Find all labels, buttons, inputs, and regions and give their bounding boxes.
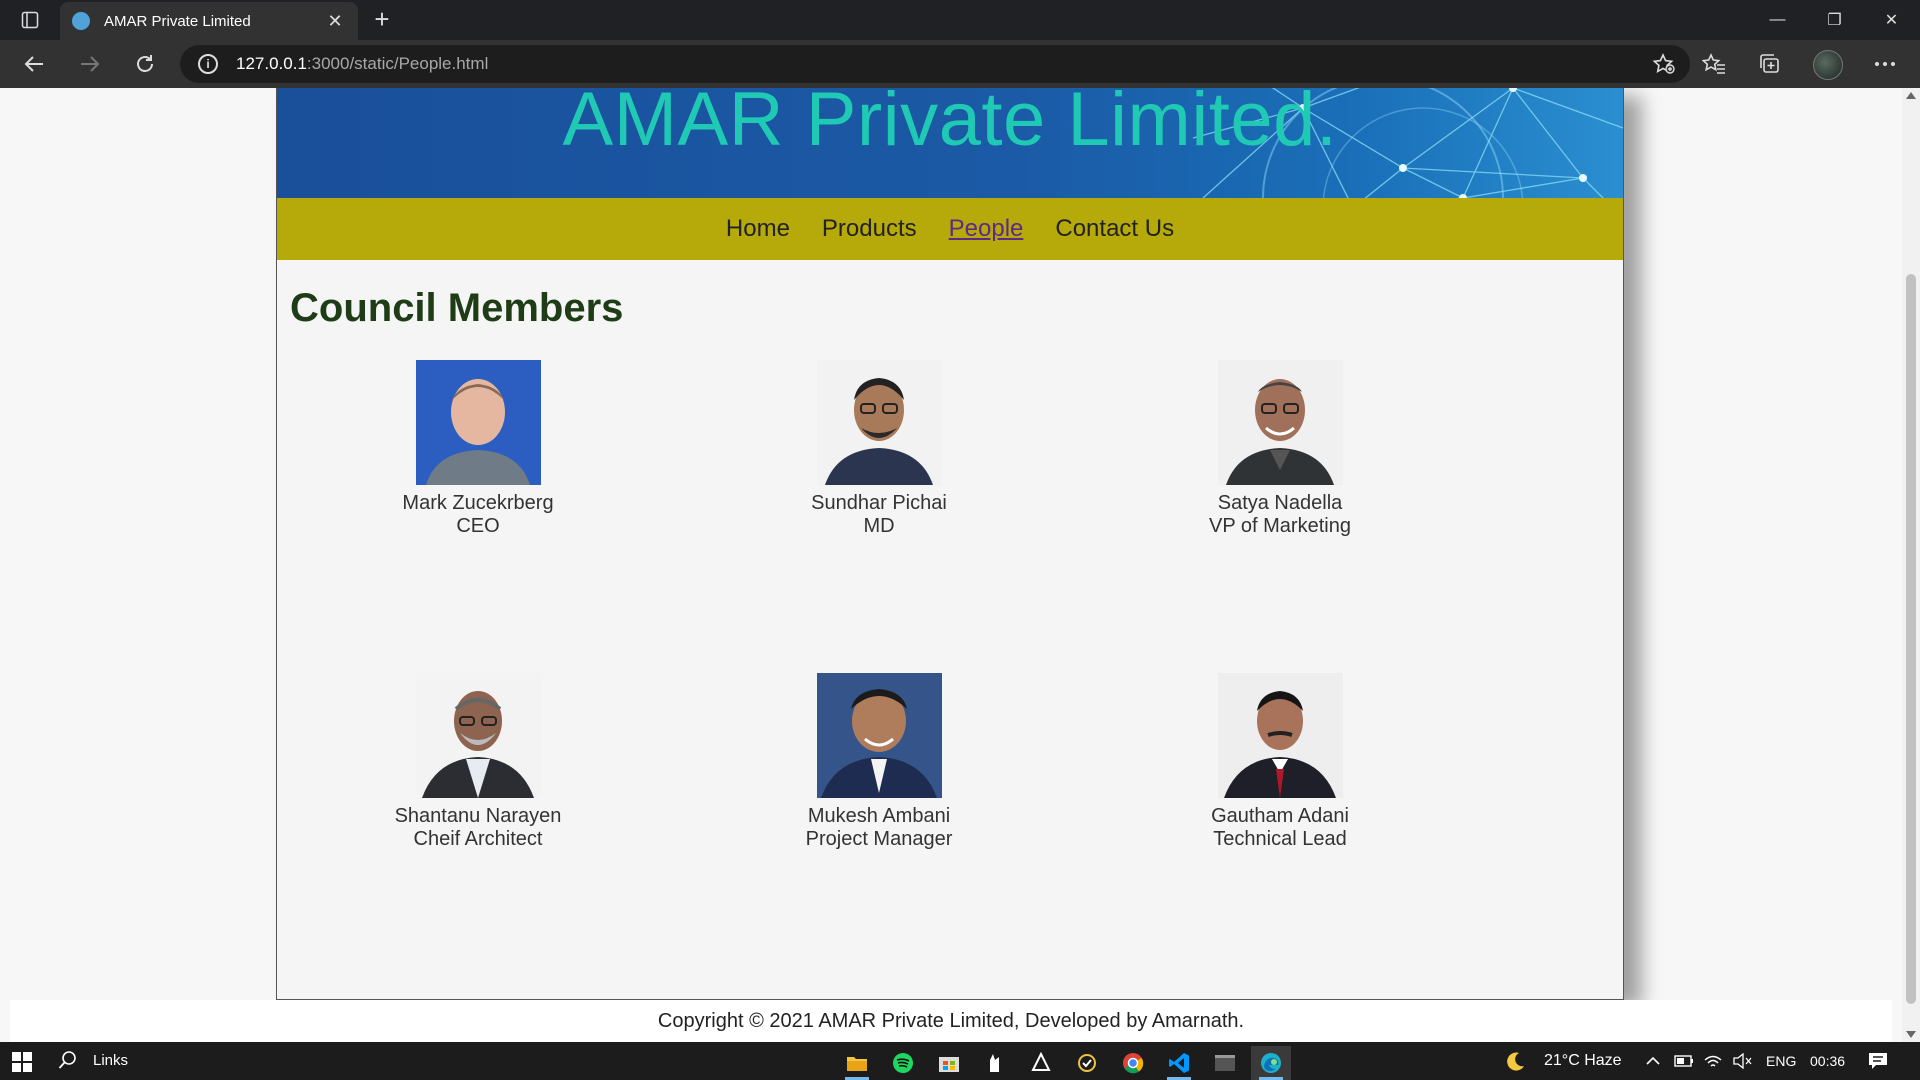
site-info-icon[interactable]: i	[198, 54, 218, 74]
speaker-muted-icon[interactable]	[1732, 1042, 1752, 1080]
battery-icon[interactable]	[1674, 1042, 1694, 1080]
chrome-icon[interactable]	[1113, 1046, 1153, 1080]
member-photo	[1217, 673, 1343, 798]
window-controls: — ❐ ✕	[1749, 0, 1920, 40]
member-card: Satya Nadella VP of Marketing	[1130, 360, 1430, 538]
vscode-icon[interactable]	[1159, 1046, 1199, 1080]
edge-icon[interactable]	[1251, 1046, 1291, 1080]
scroll-up-icon[interactable]	[1906, 92, 1916, 99]
restore-icon[interactable]: ❐	[1806, 0, 1863, 40]
address-bar[interactable]: i 127.0.0.1 :3000/static/People.html	[180, 45, 1690, 83]
collections-icon[interactable]	[1755, 50, 1785, 78]
site-favicon-icon	[72, 12, 90, 30]
spotify-icon[interactable]	[883, 1046, 923, 1080]
search-icon[interactable]	[58, 1050, 78, 1075]
member-photo	[415, 360, 541, 485]
more-menu-icon[interactable]	[1870, 50, 1900, 78]
page-scrollbar[interactable]	[1902, 88, 1920, 1042]
member-name: Mark Zucekrberg	[402, 492, 554, 514]
member-role: CEO	[456, 515, 500, 537]
file-explorer-icon[interactable]	[837, 1046, 877, 1080]
clock[interactable]: 00:36	[1810, 1042, 1845, 1080]
section-title: Council Members	[290, 286, 624, 330]
browser-tab-bar: AMAR Private Limited ✕ + — ❐ ✕	[0, 0, 1920, 40]
taskbar-search-label[interactable]: Links	[93, 1052, 128, 1069]
favorites-icon[interactable]	[1699, 50, 1729, 78]
url-path: :3000/static/People.html	[306, 54, 489, 73]
member-photo	[816, 360, 942, 485]
nav-link-contact[interactable]: Contact Us	[1055, 215, 1174, 243]
wifi-icon[interactable]	[1704, 1042, 1722, 1080]
page-viewport: AMAR Private Limited. Home Products Peop…	[0, 88, 1920, 1042]
scroll-down-icon[interactable]	[1906, 1031, 1916, 1038]
chevron-up-icon[interactable]	[1645, 1042, 1661, 1080]
tab-title: AMAR Private Limited	[104, 12, 251, 30]
close-window-icon[interactable]: ✕	[1863, 0, 1920, 40]
member-card: Sundhar Pichai MD	[729, 360, 1029, 538]
store-icon[interactable]	[929, 1046, 969, 1080]
member-role: Project Manager	[805, 828, 953, 850]
member-card: Gautham Adani Technical Lead	[1130, 673, 1430, 851]
weather-text[interactable]: 21°C Haze	[1544, 1042, 1622, 1080]
member-name: Satya Nadella	[1217, 492, 1343, 514]
tab-close-icon[interactable]: ✕	[324, 11, 346, 32]
member-name: Sundhar Pichai	[811, 492, 947, 514]
minimize-icon[interactable]: —	[1749, 0, 1806, 40]
back-arrow-icon[interactable]	[16, 48, 52, 80]
refresh-icon[interactable]	[127, 48, 163, 80]
windows-taskbar: Links 21°C Haze ENG 00:36	[0, 1042, 1920, 1080]
member-role: MD	[863, 515, 895, 537]
terminal-icon[interactable]	[1205, 1046, 1245, 1080]
add-favorite-star-icon[interactable]	[1652, 53, 1676, 75]
member-card: Mark Zucekrberg CEO	[328, 360, 628, 538]
member-name: Shantanu Narayen	[394, 805, 562, 827]
notifications-icon[interactable]	[1868, 1042, 1888, 1080]
nav-link-products[interactable]: Products	[822, 215, 917, 243]
member-role: Technical Lead	[1213, 828, 1347, 850]
site-title: AMAR Private Limited.	[562, 88, 1338, 162]
scrollbar-thumb[interactable]	[1906, 274, 1916, 1004]
app-hand-icon[interactable]	[975, 1046, 1015, 1080]
app-tasks-icon[interactable]	[1067, 1046, 1107, 1080]
windows-start-icon[interactable]	[12, 1052, 32, 1072]
member-photo	[816, 673, 942, 798]
header-banner: AMAR Private Limited.	[277, 88, 1623, 198]
weather-moon-icon[interactable]	[1504, 1042, 1526, 1080]
page-container: AMAR Private Limited. Home Products Peop…	[276, 88, 1624, 1000]
member-name: Mukesh Ambani	[807, 805, 951, 827]
page-footer: Copyright © 2021 AMAR Private Limited, D…	[10, 1000, 1892, 1042]
member-name: Gautham Adani	[1211, 805, 1349, 827]
language-indicator[interactable]: ENG	[1766, 1042, 1796, 1080]
member-card: Mukesh Ambani Project Manager	[729, 673, 1029, 851]
nav-link-home[interactable]: Home	[726, 215, 790, 243]
forward-arrow-icon[interactable]	[72, 48, 108, 80]
browser-tab-active[interactable]: AMAR Private Limited ✕	[60, 2, 358, 40]
member-role: VP of Marketing	[1209, 515, 1351, 537]
tab-actions-icon[interactable]	[14, 8, 46, 32]
nav-link-people[interactable]: People	[949, 215, 1024, 243]
url-host: 127.0.0.1	[236, 54, 307, 73]
member-role: Cheif Architect	[413, 828, 543, 850]
profile-avatar[interactable]	[1813, 50, 1843, 80]
main-navbar: Home Products People Contact Us	[277, 198, 1623, 260]
member-card: Shantanu Narayen Cheif Architect	[328, 673, 628, 851]
app-inkscape-icon[interactable]	[1021, 1046, 1061, 1080]
new-tab-icon[interactable]: +	[368, 6, 396, 34]
member-photo	[415, 673, 541, 798]
browser-toolbar: i 127.0.0.1 :3000/static/People.html	[0, 40, 1920, 88]
member-photo	[1217, 360, 1343, 485]
